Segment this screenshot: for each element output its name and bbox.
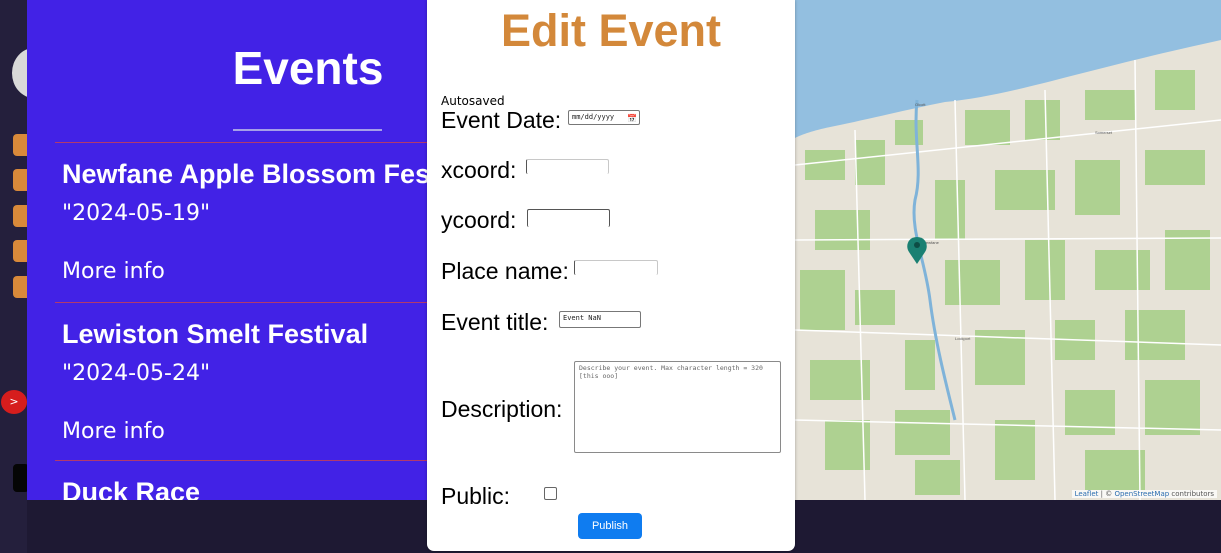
event-title: Lewiston Smelt Festival [62, 319, 369, 349]
event-date: "2024-05-19" [62, 201, 211, 226]
svg-text:Somerset: Somerset [1095, 130, 1113, 135]
public-checkbox[interactable] [544, 487, 557, 500]
event-card: Newfane Apple Blossom Festival "2024-05-… [55, 142, 437, 303]
map-attribution: Leaflet | © OpenStreetMap contributors [1071, 490, 1217, 498]
ycoord-input[interactable] [527, 209, 610, 227]
leaflet-link[interactable]: Leaflet [1075, 490, 1099, 498]
place-name-input[interactable] [574, 260, 658, 275]
xcoord-label: xcoord: [441, 157, 517, 183]
modal-title: Edit Event [500, 5, 722, 56]
events-panel: Events Newfane Apple Blossom Festival "2… [27, 0, 437, 500]
place-name-label: Place name: [441, 258, 569, 284]
osm-link[interactable]: OpenStreetMap [1114, 490, 1169, 498]
calendar-icon[interactable]: 📅 [627, 112, 637, 125]
event-date-label: Event Date: [441, 107, 562, 133]
nav-button-4[interactable] [13, 240, 27, 262]
event-title: Newfane Apple Blossom Festival [62, 159, 437, 189]
ycoord-label: ycoord: [441, 207, 517, 233]
autosave-status: Autosaved [441, 94, 505, 108]
publish-button[interactable]: Publish [578, 513, 642, 539]
event-card: Lewiston Smelt Festival "2024-05-24" Mor… [55, 302, 437, 461]
sidebar-toggle-icon[interactable]: > [1, 390, 27, 414]
event-title-label: Event title: [441, 309, 549, 335]
more-info-link[interactable]: More info [62, 419, 165, 444]
map-tiles: OlcottNewfane LockportSomerset [795, 0, 1221, 500]
event-date: "2024-05-24" [62, 361, 211, 386]
nav-button-1[interactable] [13, 134, 27, 156]
description-textarea[interactable]: Describe your event. Max character lengt… [574, 361, 781, 453]
map-pin-icon[interactable] [907, 237, 927, 264]
more-info-link[interactable]: More info [62, 259, 165, 284]
public-label: Public: [441, 483, 511, 509]
event-title-input[interactable]: Event NaN [559, 311, 641, 328]
attribution-separator: | © [1098, 490, 1115, 498]
xcoord-input[interactable] [526, 159, 609, 174]
svg-text:Lockport: Lockport [955, 336, 971, 341]
nav-button-5[interactable] [13, 276, 27, 298]
events-heading: Events [232, 42, 384, 94]
event-date-placeholder: mm/dd/yyyy [572, 113, 615, 121]
event-date-input[interactable]: mm/dd/yyyy 📅 [568, 110, 640, 125]
event-title: Duck Race [62, 477, 201, 500]
map[interactable]: Olcott Newfane Lockport Somerset Leaflet |… [795, 0, 1221, 500]
nav-button-2[interactable] [13, 169, 27, 191]
edit-event-modal: Edit Event Autosaved Event Date: mm/dd/y… [427, 0, 795, 551]
event-card: Duck Race [55, 460, 437, 500]
description-label: Description: [441, 396, 563, 422]
svg-text:Olcott: Olcott [915, 102, 926, 107]
attribution-suffix: contributors [1169, 490, 1214, 498]
heading-divider [233, 129, 382, 131]
nav-button-3[interactable] [13, 205, 27, 227]
